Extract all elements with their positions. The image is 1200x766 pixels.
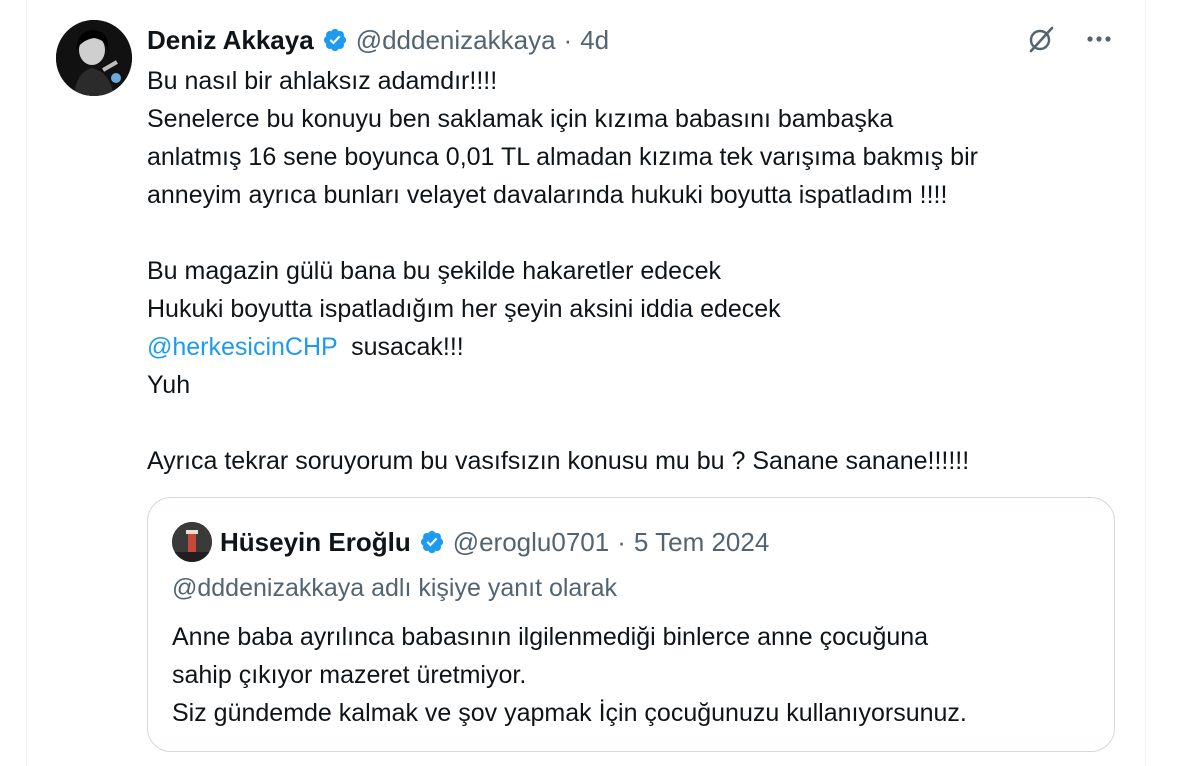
mention-link[interactable]: @herkesicinCHP <box>147 333 337 361</box>
separator-dot: · <box>563 24 573 55</box>
quoted-line: Siz gündemde kalmak ve şov yapmak İçin ç… <box>172 699 967 727</box>
author-avatar[interactable] <box>56 20 132 96</box>
tweet-header: Deniz Akkaya @dddenizakkaya · 4d <box>147 22 609 58</box>
quoted-tweet-timestamp[interactable]: 5 Tem 2024 <box>634 527 769 558</box>
quoted-author-avatar[interactable] <box>172 522 212 562</box>
tweet-line: anneyim ayrıca bunları velayet davaların… <box>147 181 948 209</box>
quoted-author-handle[interactable]: @eroglu0701 <box>453 527 610 558</box>
more-options-icon[interactable] <box>1084 24 1114 54</box>
tweet-actions-top <box>1026 24 1114 54</box>
quoted-line: Anne baba ayrılınca babasının ilgilenmed… <box>172 623 929 651</box>
separator-dot: · <box>617 526 626 557</box>
quoted-author-name[interactable]: Hüseyin Eroğlu <box>220 527 411 558</box>
author-handle[interactable]: @dddenizakkaya <box>356 25 556 56</box>
quoted-tweet-header: Hüseyin Eroğlu @eroglu0701 · 5 Tem 2024 <box>172 520 769 564</box>
tweet-line: Hukuki boyutta ispatladığım her şeyin ak… <box>147 295 781 323</box>
tweet-text: Bu nasıl bir ahlaksız adamdır!!!! Senele… <box>147 62 1107 480</box>
tweet-blank-line <box>147 214 1107 252</box>
tweet-line: Bu magazin gülü bana bu şekilde hakaretl… <box>147 257 721 285</box>
tweet-line: Bu nasıl bir ahlaksız adamdır!!!! <box>147 67 498 95</box>
tweet-line: Ayrıca tekrar soruyorum bu vasıfsızın ko… <box>147 447 970 475</box>
mention-suffix: susacak!!! <box>337 333 464 361</box>
quoted-tweet-text: Anne baba ayrılınca babasının ilgilenmed… <box>172 618 1092 732</box>
tweet-blank-line <box>147 404 1107 442</box>
tweet-line: Senelerce bu konuyu ben saklamak için kı… <box>147 105 894 133</box>
tweet-line: Yuh <box>147 371 191 399</box>
quoted-line: sahip çıkıyor mazeret üretmiyor. <box>172 661 527 689</box>
author-name[interactable]: Deniz Akkaya <box>147 25 314 56</box>
reply-context: @dddenizakkaya adlı kişiye yanıt olarak <box>172 574 618 602</box>
tweet-timestamp[interactable]: 4d <box>580 25 609 56</box>
tweet-mention-line: @herkesicinCHP susacak!!! <box>147 328 1107 366</box>
verified-badge-icon[interactable] <box>419 529 445 555</box>
verified-badge-icon[interactable] <box>322 27 348 53</box>
grok-icon[interactable] <box>1026 24 1056 54</box>
quoted-tweet-card[interactable]: Hüseyin Eroğlu @eroglu0701 · 5 Tem 2024 … <box>147 497 1115 752</box>
tweet-line: anlatmış 16 sene boyunca 0,01 TL almadan… <box>147 143 978 171</box>
